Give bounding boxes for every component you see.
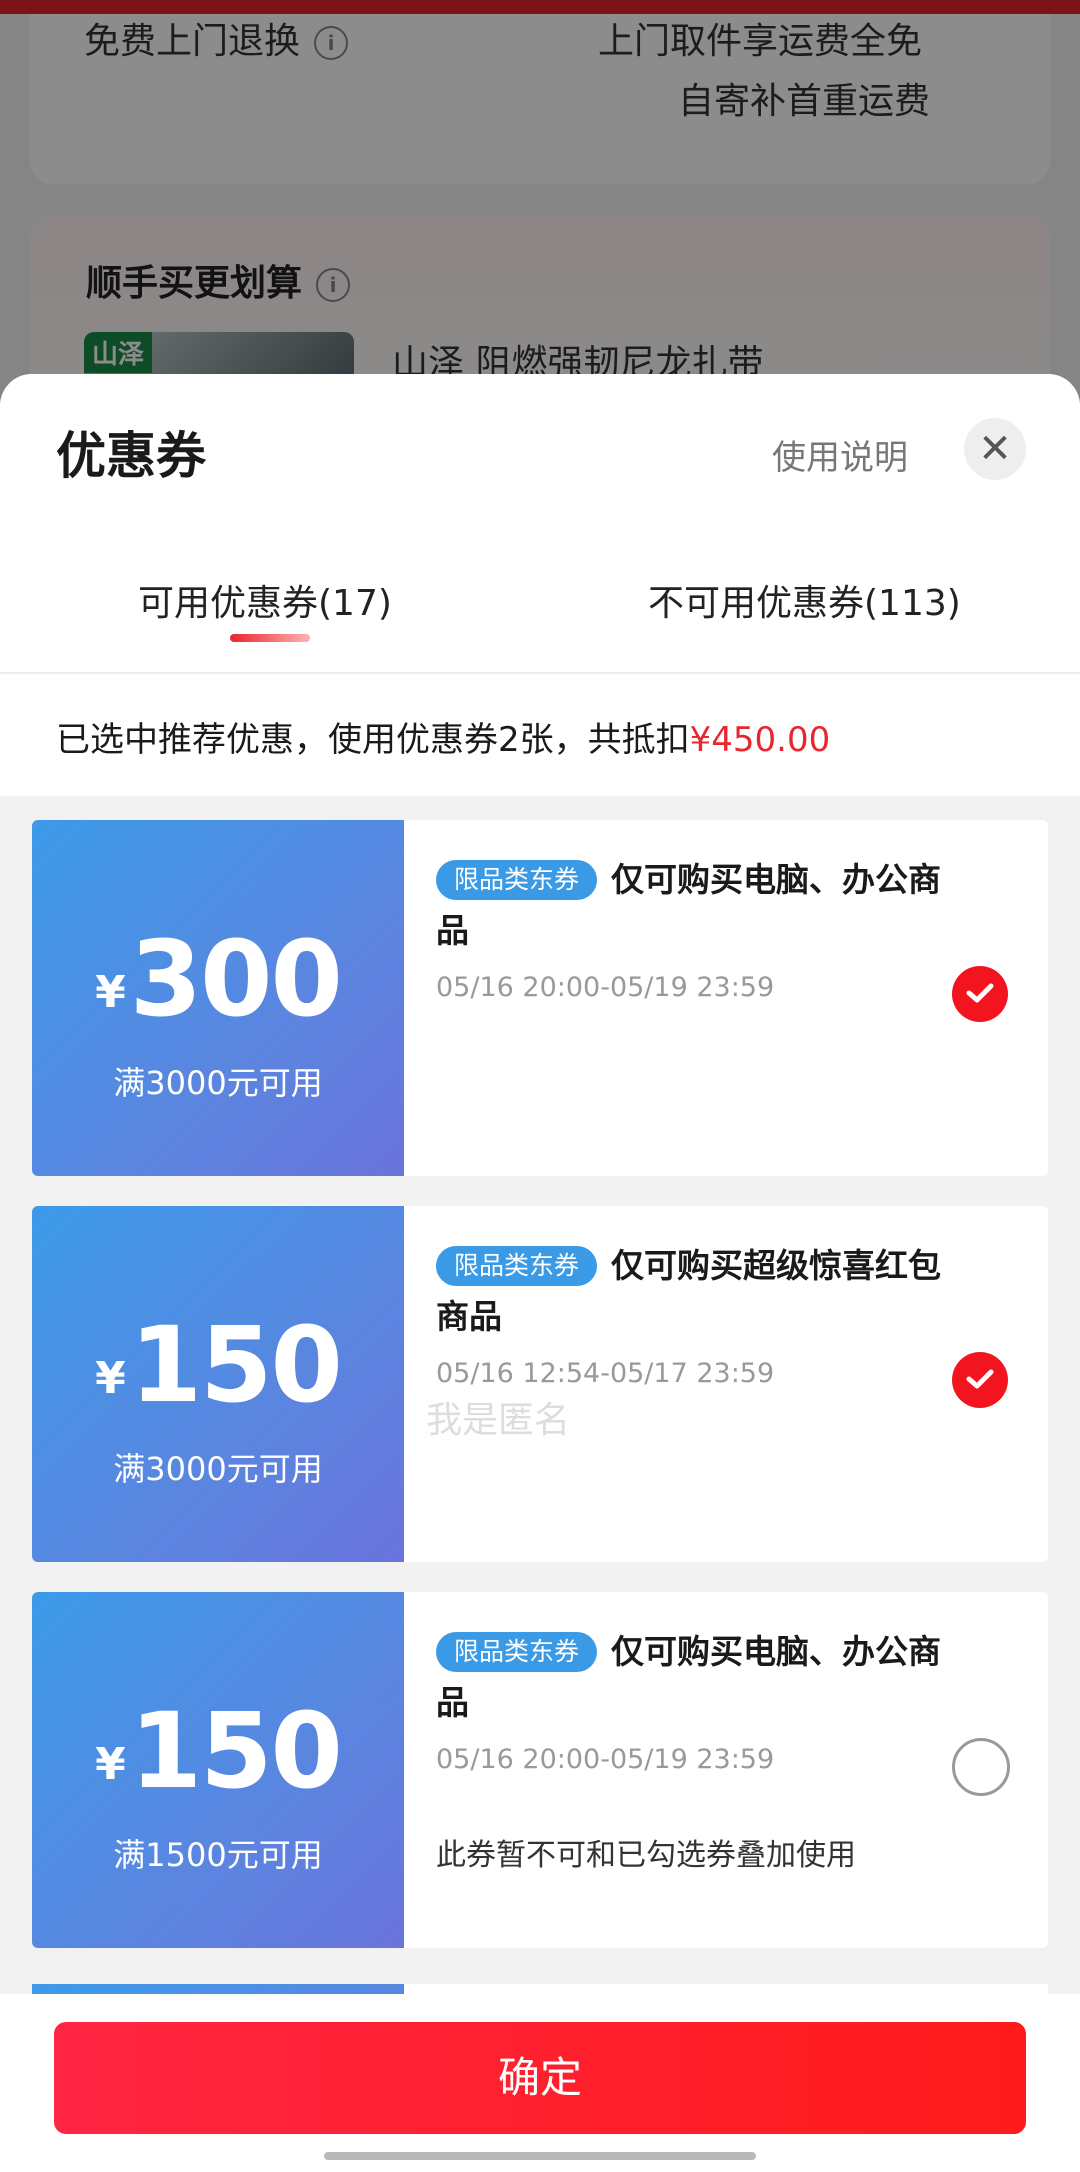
confirm-button[interactable]: 确定: [54, 2022, 1026, 2134]
watermark: 我是匿名: [426, 1400, 571, 1441]
coupon-amount: 150: [129, 1690, 343, 1812]
currency-symbol: ¥: [95, 1739, 126, 1790]
currency-symbol: ¥: [95, 1353, 126, 1404]
sheet-title: 优惠券: [56, 427, 206, 485]
coupon-amount: 300: [129, 918, 343, 1040]
coupon-category-tag: 限品类东券: [436, 860, 598, 900]
coupon-validity: 05/16 20:00-05/19 23:59: [436, 1744, 775, 1775]
coupon-category-tag: 限品类东券: [436, 1246, 598, 1286]
background-page: 免费上门退换 i 上门取件享运费全免 自寄补首重运费 顺手买更划算 i 山泽 阻燃强…: [0, 0, 1080, 454]
coupon-stack-note: 此券暂不可和已勾选券叠加使用: [436, 1838, 856, 1873]
coupon-card[interactable]: ¥150 满1500元可用 限品类东券 仅可购买电脑、办公商品 05/16 20:…: [32, 1592, 1048, 1948]
coupon-value-panel: ¥300 满3000元可用: [32, 820, 404, 1176]
coupon-amount: 150: [129, 1304, 343, 1426]
home-indicator: [324, 2152, 756, 2160]
currency-symbol: ¥: [95, 967, 126, 1018]
summary-amount: ¥450.00: [689, 720, 831, 760]
coupon-value-panel: ¥150 满1500元可用: [32, 1592, 404, 1948]
usage-instructions-link[interactable]: 使用说明: [772, 430, 908, 479]
coupon-validity: 05/16 12:54-05/17 23:59: [436, 1358, 775, 1389]
coupon-validity: 05/16 20:00-05/19 23:59: [436, 972, 775, 1003]
tab-unavailable-coupons[interactable]: 不可用优惠券(113): [648, 574, 961, 626]
tab-available-coupons[interactable]: 可用优惠券(17): [138, 574, 392, 626]
checked-icon[interactable]: [952, 1352, 1008, 1408]
coupon-card[interactable]: ¥150 满3000元可用 限品类东券 仅可购买超级惊喜红包商品 05/16 12…: [32, 1206, 1048, 1562]
coupon-card[interactable]: ¥300 满3000元可用 限品类东券 仅可购买电脑、办公商品 05/16 20:…: [32, 820, 1048, 1176]
checked-icon[interactable]: [952, 966, 1008, 1022]
summary-text: 已选中推荐优惠，使用优惠券2张，共抵扣: [56, 720, 690, 760]
coupon-threshold: 满1500元可用: [113, 1836, 323, 1874]
coupon-sheet: 优惠券 使用说明 ✕ 可用优惠券(17) 不可用优惠券(113) 已选中推荐优惠…: [0, 374, 1080, 2172]
active-tab-indicator: [230, 634, 310, 642]
coupon-threshold: 满3000元可用: [113, 1450, 323, 1488]
modal-overlay[interactable]: [0, 0, 1080, 420]
coupon-threshold: 满3000元可用: [113, 1064, 323, 1102]
unchecked-icon[interactable]: [952, 1738, 1010, 1796]
selection-summary: 已选中推荐优惠，使用优惠券2张，共抵扣¥450.00: [0, 674, 1080, 796]
sheet-header: 优惠券 使用说明 ✕ 可用优惠券(17) 不可用优惠券(113): [0, 374, 1080, 674]
coupon-value-panel: ¥150 满3000元可用: [32, 1206, 404, 1562]
coupon-category-tag: 限品类东券: [436, 1632, 598, 1672]
bottom-action-bar: 确定: [0, 1994, 1080, 2172]
close-icon[interactable]: ✕: [964, 418, 1026, 480]
